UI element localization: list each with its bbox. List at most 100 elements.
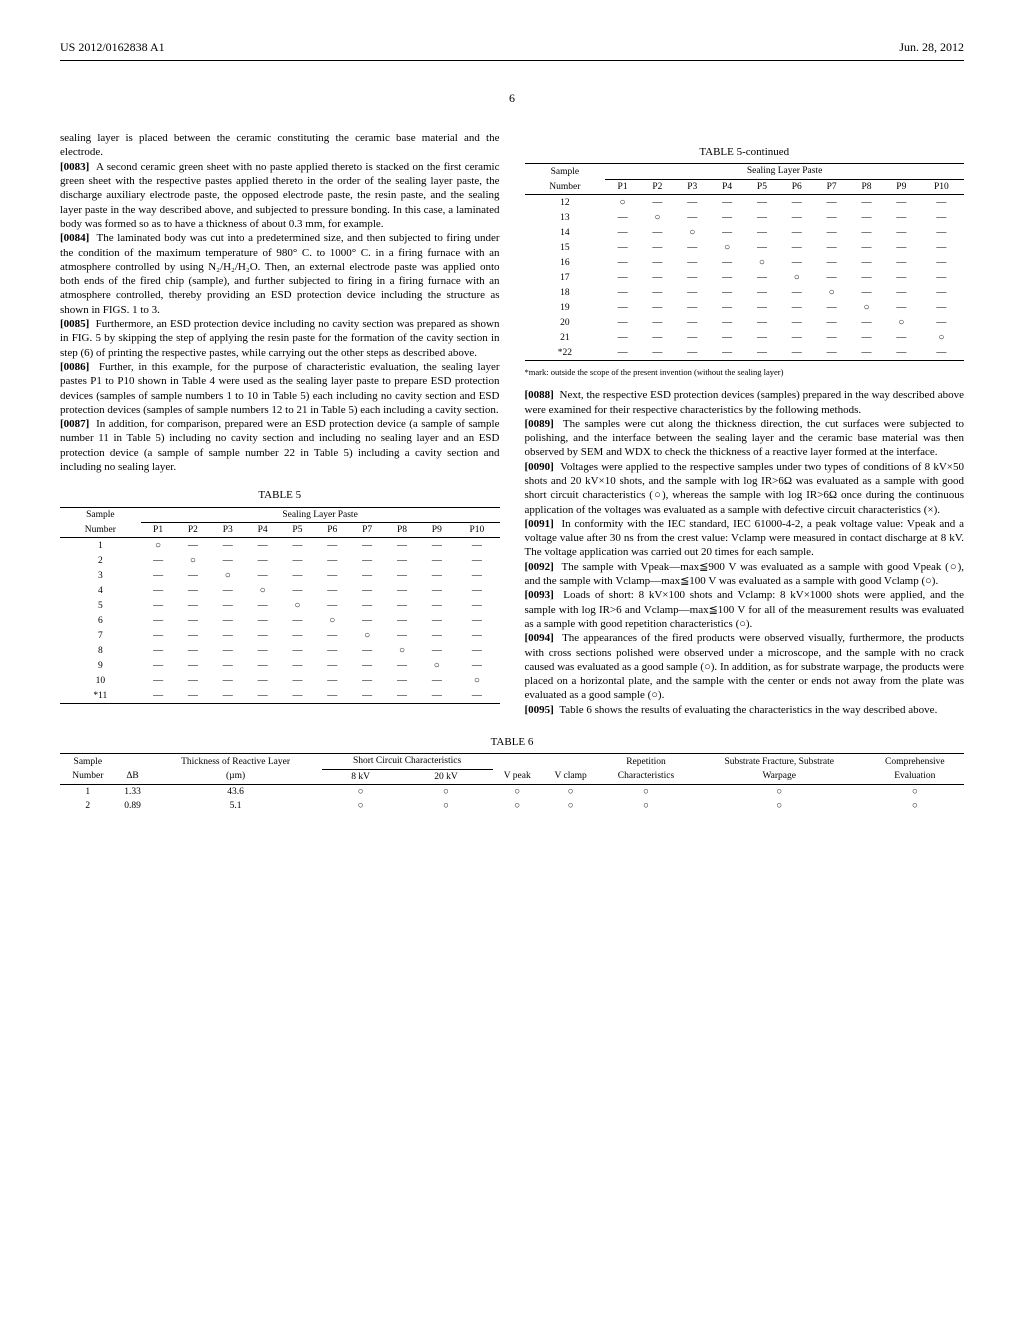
cell: — (245, 568, 280, 583)
cell: — (884, 330, 919, 345)
para-num: [0087] (60, 418, 89, 430)
cell: — (141, 583, 176, 598)
cell: — (814, 255, 849, 270)
page-number: 6 (60, 91, 964, 107)
para-text: Next, the respective ESD protection devi… (525, 389, 965, 415)
cell: — (419, 628, 454, 643)
cell: — (245, 673, 280, 688)
cell: 0.89 (116, 799, 150, 813)
sample-number: 2 (60, 553, 141, 568)
col-hdr: P1 (141, 522, 176, 537)
cell: — (210, 628, 245, 643)
cell: — (849, 195, 884, 211)
cell: ○ (141, 538, 176, 554)
cell: — (454, 643, 499, 658)
cell: ○ (322, 785, 400, 800)
cell: — (350, 688, 385, 704)
cell: — (605, 255, 640, 270)
sample-number: 18 (525, 285, 606, 300)
t6-hdr (116, 754, 150, 769)
table-row: *22—————————— (525, 345, 965, 361)
col-hdr: P5 (280, 522, 315, 537)
cell: — (919, 240, 964, 255)
table-row: 7——————○——— (60, 628, 500, 643)
cell: — (605, 270, 640, 285)
table-row: 3——○——————— (60, 568, 500, 583)
col-hdr: P1 (605, 179, 640, 194)
cell: — (176, 613, 211, 628)
cell: — (210, 643, 245, 658)
table5-a: Sample Sealing Layer Paste Number P1 P2 … (60, 507, 500, 705)
cell: — (605, 345, 640, 361)
para-num: [0083] (60, 161, 89, 173)
cell: — (454, 628, 499, 643)
cell: — (640, 270, 675, 285)
cell: — (315, 568, 350, 583)
cell: — (710, 330, 745, 345)
table5-caption: TABLE 5 (60, 488, 500, 502)
cell: — (640, 255, 675, 270)
cell: — (315, 628, 350, 643)
cell: — (884, 300, 919, 315)
para-text: A second ceramic green sheet with no pas… (60, 161, 500, 230)
cell: — (710, 315, 745, 330)
table-row: 19———————○—— (525, 300, 965, 315)
cell: — (710, 210, 745, 225)
col-hdr: P4 (710, 179, 745, 194)
cell: — (884, 240, 919, 255)
cell: — (385, 583, 420, 598)
cell: — (745, 300, 780, 315)
cell: — (315, 598, 350, 613)
col-hdr: P5 (745, 179, 780, 194)
table-row: 16————○————— (525, 255, 965, 270)
cell: — (454, 658, 499, 673)
t6-hdr2: Warpage (693, 769, 866, 784)
cell: — (176, 628, 211, 643)
table-row: 4———○—————— (60, 583, 500, 598)
para-num: [0084] (60, 232, 89, 244)
t6-hdr2: (µm) (149, 769, 321, 784)
sample-number: 8 (60, 643, 141, 658)
t6-hdr2: Evaluation (866, 769, 964, 784)
cell: — (814, 315, 849, 330)
right-column: TABLE 5-continued Sample Sealing Layer P… (525, 131, 965, 717)
t6-hdr: Repetition (599, 754, 693, 769)
table-row: 11.3343.6○○○○○○○ (60, 785, 964, 800)
para-num: [0091] (525, 518, 554, 530)
para-94: [0094] The appearances of the fired prod… (525, 631, 965, 702)
cell: — (245, 688, 280, 704)
cell: — (280, 643, 315, 658)
para-text: Table 6 shows the results of evaluating … (559, 704, 937, 716)
cell: — (675, 315, 710, 330)
cell: 5.1 (149, 799, 321, 813)
cell: — (745, 345, 780, 361)
cell: — (919, 270, 964, 285)
cell: — (245, 538, 280, 554)
cell: — (315, 643, 350, 658)
cell: ○ (210, 568, 245, 583)
cell: — (745, 210, 780, 225)
cell: — (919, 195, 964, 211)
cell: ○ (640, 210, 675, 225)
cell: — (919, 210, 964, 225)
cell: ○ (350, 628, 385, 643)
cell: — (176, 598, 211, 613)
table-row: 2—○———————— (60, 553, 500, 568)
cell: — (675, 210, 710, 225)
col-hdr: P7 (814, 179, 849, 194)
t6-hdr (493, 754, 542, 769)
cell: — (419, 568, 454, 583)
t6-hdr2: ΔB (116, 769, 150, 784)
cell: — (280, 583, 315, 598)
cell: — (176, 673, 211, 688)
cell: ○ (849, 300, 884, 315)
table-row: 8———————○—— (60, 643, 500, 658)
cell: — (454, 598, 499, 613)
cell: — (779, 195, 814, 211)
table-row: 9————————○— (60, 658, 500, 673)
cell: 43.6 (149, 785, 321, 800)
para-num: [0095] (525, 704, 554, 716)
para-num: [0092] (525, 561, 554, 573)
cell: ○ (814, 285, 849, 300)
cell: — (779, 255, 814, 270)
